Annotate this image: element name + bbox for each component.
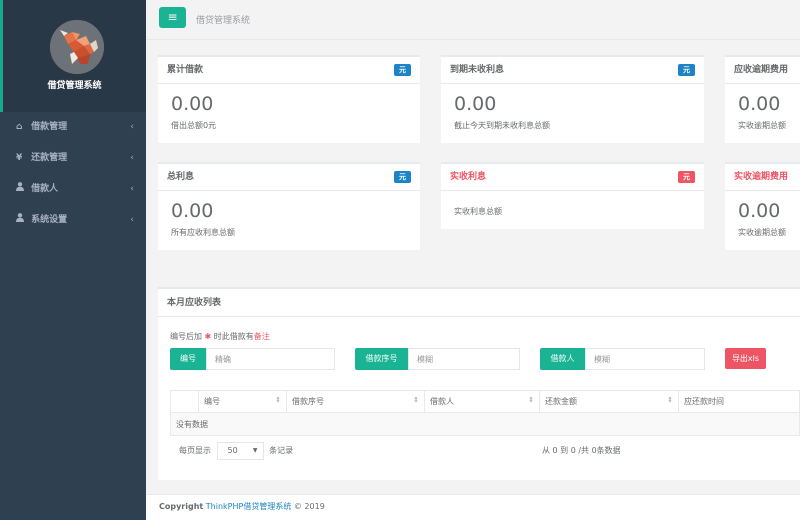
checkbox-column-header (170, 390, 199, 413)
chevron-left-icon: ‹ (130, 122, 134, 132)
currency-badge: 元 (678, 171, 695, 183)
sort-icon: ⇕ (667, 396, 673, 404)
stat-card-received-overdue-fee: 实收逾期费用 0.00 实收逾期总额 (725, 162, 800, 250)
filter-label: 借款人 (540, 348, 585, 370)
page-size-select[interactable]: 50 ▼ (216, 441, 264, 460)
table-row: 没有数据 (170, 412, 800, 436)
filter-label: 编号 (170, 348, 206, 370)
sidebar-item-label: 借款人 (31, 184, 59, 194)
filter-number: 编号 (170, 348, 335, 370)
borrower-search-input[interactable] (585, 348, 705, 370)
column-header-repay-amount[interactable]: 还款金额 ⇕ (539, 390, 679, 413)
column-header-loan-serial[interactable]: 借款序号 ⇕ (286, 390, 425, 413)
monthly-receivables-panel: 本月应收列表 编号后加 ✱ 时此借款有备注 编号 借款序号 借款人 导出xls … (158, 287, 800, 480)
user-icon (16, 205, 28, 236)
sidebar-menu: ⌂ 借款管理 ‹ ¥ 还款管理 ‹ 借款人 ‹ 系统设置 ‹ (0, 112, 146, 236)
number-search-input[interactable] (206, 348, 335, 370)
sidebar-item-borrowers[interactable]: 借款人 ‹ (0, 174, 146, 205)
card-value: 0.00 (171, 93, 214, 115)
card-subtitle: 实收逾期总额 (738, 121, 786, 130)
sidebar-profile: 借贷管理系统 (0, 0, 146, 112)
chevron-left-icon: ‹ (130, 215, 134, 225)
stat-card-total-interest: 总利息 元 0.00 所有应收利息总额 (158, 162, 420, 250)
caret-down-icon: ▼ (252, 446, 258, 454)
loan-serial-search-input[interactable] (408, 348, 520, 370)
receivables-table: 编号 ⇕ 借款序号 ⇕ 借款人 ⇕ 还款金额 ⇕ 应还款时间 没有数据 (170, 390, 800, 436)
sort-icon: ⇕ (413, 396, 419, 404)
card-subtitle: 实收利息总额 (454, 207, 502, 216)
column-header-borrower[interactable]: 借款人 ⇕ (424, 390, 540, 413)
hamburger-icon: ≡ (167, 10, 178, 24)
card-value: 0.00 (738, 200, 781, 222)
column-header-number[interactable]: 编号 ⇕ (198, 390, 287, 413)
footer: Copyright ThinkPHP借贷管理系统 © 2019 (146, 494, 800, 520)
toggle-sidebar-button[interactable]: ≡ (159, 7, 186, 28)
sidebar: 借贷管理系统 ⌂ 借款管理 ‹ ¥ 还款管理 ‹ 借款人 ‹ 系统设置 ‹ (0, 0, 146, 520)
filter-loan-serial: 借款序号 (355, 348, 520, 370)
topbar: ≡ 借贷管理系统 (146, 0, 800, 40)
column-header-due-time[interactable]: 应还款时间 (678, 390, 800, 413)
sidebar-item-repayment-management[interactable]: ¥ 还款管理 ‹ (0, 143, 146, 174)
sidebar-item-label: 系统设置 (31, 215, 68, 225)
export-xls-button[interactable]: 导出xls (725, 348, 766, 369)
card-subtitle: 截止今天到期未收利息总额 (454, 121, 550, 130)
card-subtitle: 所有应收利息总额 (171, 228, 235, 237)
sort-icon: ⇕ (275, 396, 281, 404)
currency-badge: 元 (394, 171, 411, 183)
currency-badge: 元 (678, 64, 695, 76)
stat-card-total-loan: 累计借款 元 0.00 借出总额0元 (158, 55, 420, 143)
yen-icon: ¥ (16, 153, 23, 163)
card-title: 总利息 (167, 172, 195, 182)
card-title: 实收利息 (450, 172, 487, 182)
card-value: 0.00 (171, 200, 214, 222)
card-subtitle: 借出总额0元 (171, 121, 217, 130)
card-title: 到期未收利息 (450, 65, 505, 75)
avatar[interactable] (50, 20, 104, 74)
empty-message: 没有数据 (170, 412, 800, 436)
card-value: 0.00 (738, 93, 781, 115)
sidebar-item-label: 借款管理 (31, 122, 68, 132)
sidebar-item-label: 还款管理 (31, 153, 68, 163)
pagination-summary: 从 0 到 0 /共 0条数据 (542, 446, 621, 455)
system-name: 借贷管理系统 (47, 81, 102, 91)
card-title: 累计借款 (167, 65, 204, 75)
filter-borrower: 借款人 (540, 348, 705, 370)
page-size-control: 每页显示 50 ▼ 条记录 (179, 441, 293, 461)
chevron-left-icon: ‹ (130, 153, 134, 163)
currency-badge: 元 (394, 64, 411, 76)
sidebar-item-system-settings[interactable]: 系统设置 ‹ (0, 205, 146, 236)
footer-link[interactable]: ThinkPHP借贷管理系统 (206, 502, 292, 511)
stat-card-overdue-fee: 应收逾期费用 0.00 实收逾期总额 (725, 55, 800, 143)
asterisk-icon: ✱ (204, 332, 212, 341)
card-value: 0.00 (454, 93, 497, 115)
filter-label: 借款序号 (355, 348, 408, 370)
fox-logo-icon (50, 20, 104, 74)
remark-note: 编号后加 ✱ 时此借款有备注 (170, 332, 270, 341)
chevron-left-icon: ‹ (130, 184, 134, 194)
stat-card-due-interest: 到期未收利息 元 0.00 截止今天到期未收利息总额 (441, 55, 704, 143)
card-subtitle: 实收逾期总额 (738, 228, 786, 237)
stat-card-received-interest: 实收利息 元 实收利息总额 (441, 162, 704, 229)
home-icon: ⌂ (16, 122, 23, 132)
sort-icon: ⇕ (528, 396, 534, 404)
page-title: 借贷管理系统 (196, 16, 251, 26)
panel-title: 本月应收列表 (158, 289, 800, 317)
card-title: 实收逾期费用 (734, 172, 789, 182)
sidebar-item-loan-management[interactable]: ⌂ 借款管理 ‹ (0, 112, 146, 143)
user-icon (16, 174, 28, 205)
card-title: 应收逾期费用 (734, 65, 789, 75)
